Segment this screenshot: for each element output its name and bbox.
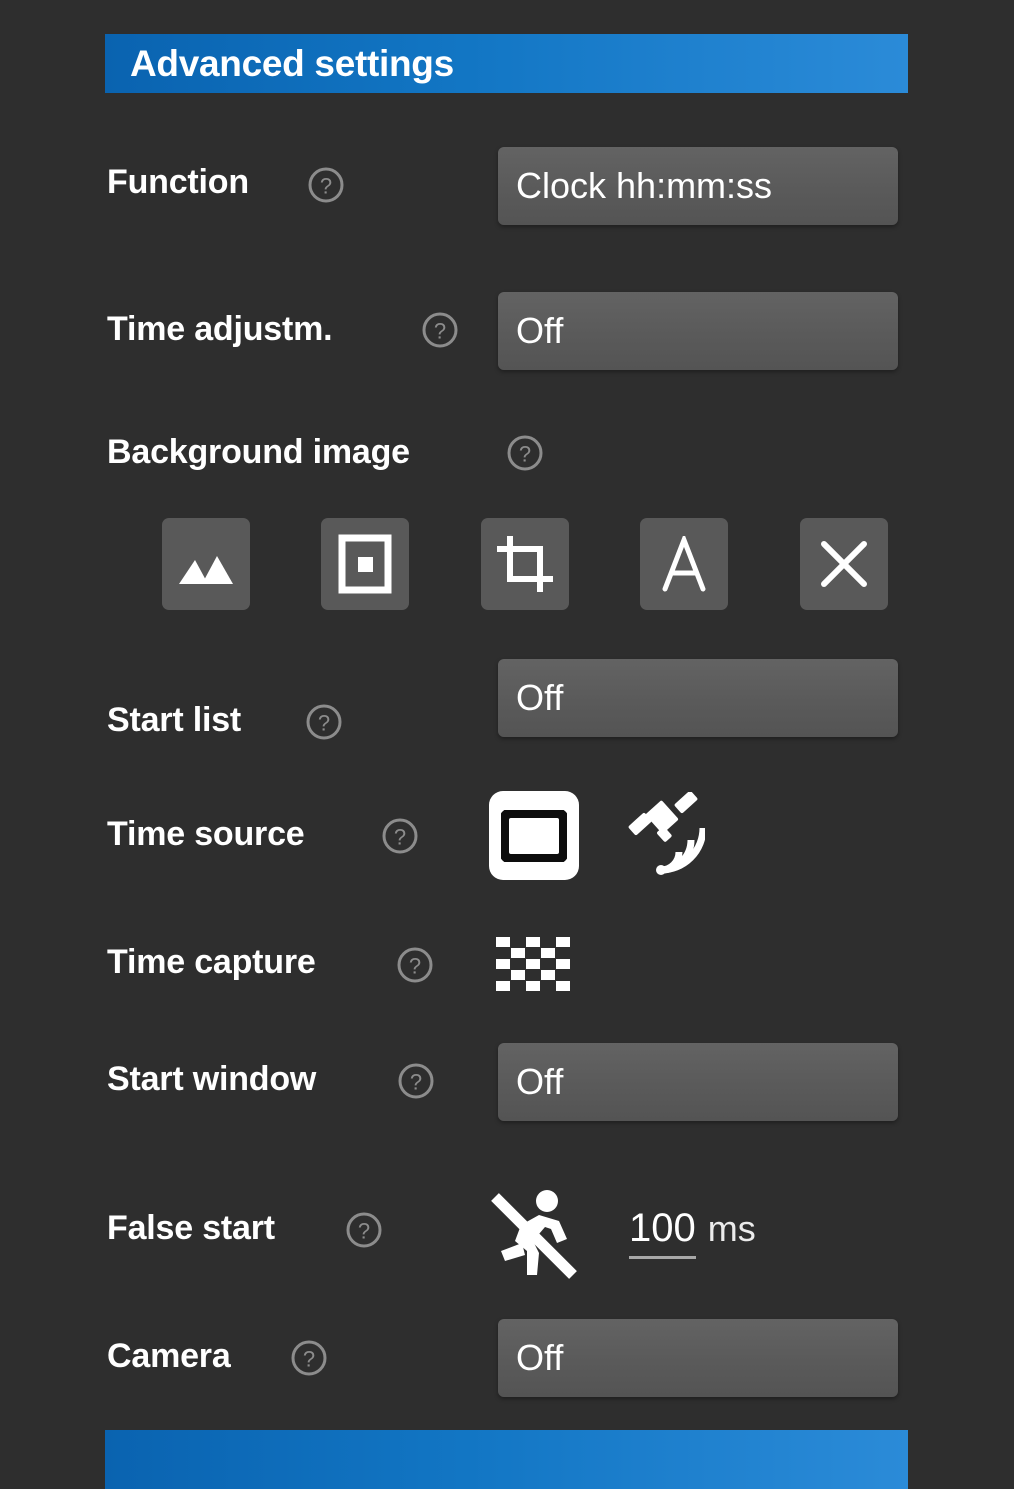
time-adjustment-dropdown[interactable]: Off — [498, 292, 898, 370]
background-frame-button[interactable] — [321, 518, 409, 610]
function-value: Clock hh:mm:ss — [516, 165, 773, 206]
time-adjustment-value: Off — [516, 310, 564, 351]
page-title: Advanced settings — [130, 42, 454, 84]
svg-text:?: ? — [303, 1347, 315, 1372]
false-start-unit: ms — [707, 1208, 756, 1249]
help-icon-background-image[interactable]: ? — [506, 434, 544, 472]
svg-text:?: ? — [410, 1070, 422, 1095]
start-list-value: Off — [516, 677, 564, 718]
help-icon-time-capture[interactable]: ? — [396, 946, 434, 984]
svg-text:?: ? — [394, 825, 406, 850]
time-capture-finish-button[interactable] — [495, 936, 573, 992]
svg-text:?: ? — [318, 711, 330, 736]
background-clear-button[interactable] — [800, 518, 888, 610]
camera-dropdown[interactable]: Off — [498, 1319, 898, 1397]
background-text-button[interactable] — [640, 518, 728, 610]
advanced-settings-footer-bar[interactable] — [105, 1430, 908, 1489]
time-adjustment-label: Time adjustm. — [107, 310, 333, 348]
false-start-number[interactable]: 100 — [629, 1208, 696, 1259]
function-dropdown[interactable]: Clock hh:mm:ss — [498, 147, 898, 225]
camera-value: Off — [516, 1337, 564, 1378]
background-crop-button[interactable] — [481, 518, 569, 610]
svg-text:?: ? — [409, 954, 421, 979]
time-source-label: Time source — [107, 815, 305, 853]
time-capture-label: Time capture — [107, 943, 316, 981]
svg-text:?: ? — [358, 1219, 370, 1244]
camera-label: Camera — [107, 1337, 231, 1375]
time-source-internal-button[interactable] — [489, 791, 579, 880]
background-image-label: Background image — [107, 433, 410, 471]
help-icon-start-window[interactable]: ? — [397, 1062, 435, 1100]
start-window-value: Off — [516, 1061, 564, 1102]
start-list-dropdown[interactable]: Off — [498, 659, 898, 737]
start-window-dropdown[interactable]: Off — [498, 1043, 898, 1121]
help-icon-start-list[interactable]: ? — [305, 703, 343, 741]
help-icon-time-adjustment[interactable]: ? — [421, 311, 459, 349]
help-icon-false-start[interactable]: ? — [345, 1211, 383, 1249]
false-start-value-field[interactable]: 100 ms — [629, 1208, 756, 1259]
svg-text:?: ? — [519, 442, 531, 467]
advanced-settings-header: Advanced settings — [105, 34, 908, 93]
start-list-label: Start list — [107, 701, 242, 739]
help-icon-camera[interactable]: ? — [290, 1339, 328, 1377]
time-source-satellite-button[interactable] — [621, 792, 705, 878]
start-window-label: Start window — [107, 1060, 317, 1098]
svg-text:?: ? — [434, 319, 446, 344]
help-icon-time-source[interactable]: ? — [381, 817, 419, 855]
svg-text:?: ? — [320, 174, 332, 199]
help-icon-function[interactable]: ? — [307, 166, 345, 204]
background-gallery-button[interactable] — [162, 518, 250, 610]
no-running-icon[interactable] — [489, 1185, 581, 1281]
false-start-label: False start — [107, 1209, 275, 1247]
function-label: Function — [107, 163, 249, 201]
